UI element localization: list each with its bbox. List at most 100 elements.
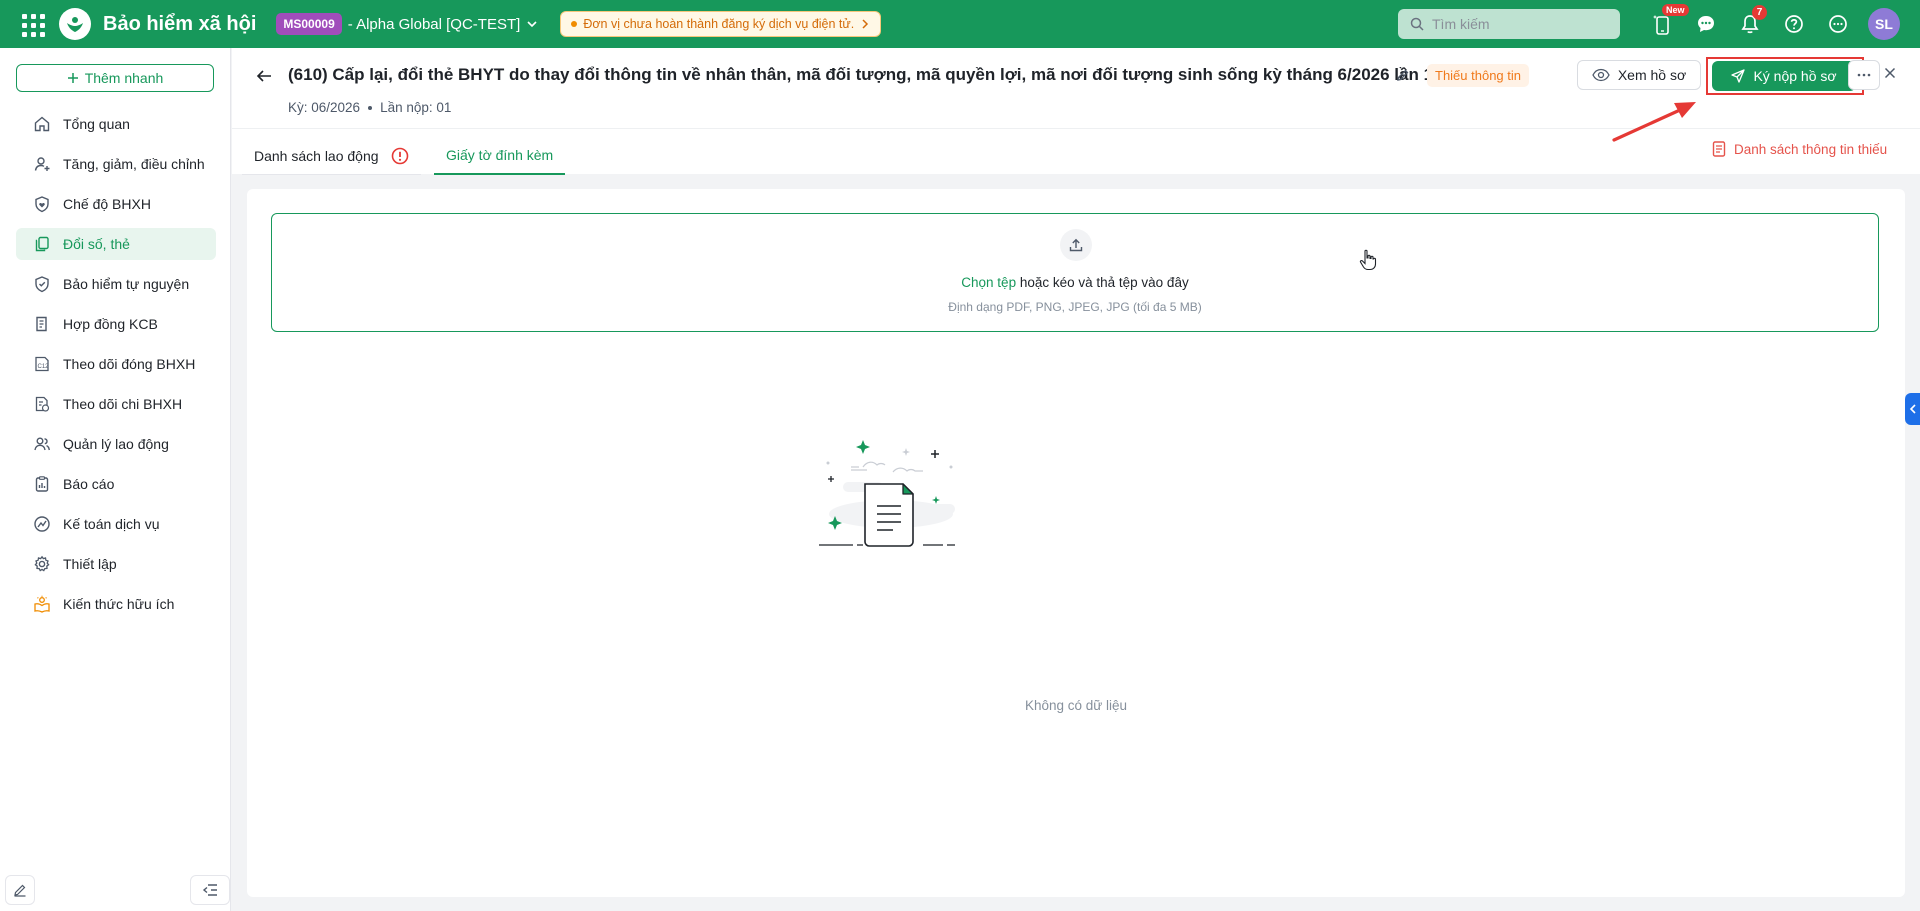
- sidebar-item-service-accounting[interactable]: Kế toán dịch vụ: [16, 508, 216, 540]
- missing-info-list-link[interactable]: Danh sách thông tin thiếu: [1712, 141, 1887, 157]
- pencil-icon: [1397, 69, 1409, 81]
- annotation-arrow: [1610, 98, 1700, 144]
- sidebar-item-label: Tổng quan: [63, 116, 130, 132]
- shield-icon: [33, 275, 51, 293]
- chat-icon: [1698, 16, 1714, 32]
- sidebar-item-useful-knowledge[interactable]: Kiến thức hữu ích: [16, 588, 216, 620]
- file-format-hint: Định dạng PDF, PNG, JPEG, JPG (tối đa 5 …: [948, 300, 1202, 314]
- hand-pointer-icon: [1359, 249, 1377, 271]
- svg-text:C12: C12: [38, 364, 50, 370]
- search-box[interactable]: [1398, 9, 1620, 39]
- warning-dot-icon: [571, 21, 578, 27]
- sidebar-item-card-exchange[interactable]: Đổi số, thẻ: [16, 228, 216, 260]
- edit-note-button[interactable]: [5, 875, 35, 905]
- sidebar-item-label: Theo dõi đóng BHXH: [63, 356, 196, 372]
- expand-right-panel-button[interactable]: [1905, 393, 1920, 425]
- tab-labor-list[interactable]: Danh sách lao động: [242, 137, 421, 175]
- document-list-icon: [1712, 141, 1726, 157]
- sidebar-item-labor-management[interactable]: Quản lý lao động: [16, 428, 216, 460]
- choose-file-link[interactable]: Chọn tệp: [961, 275, 1016, 290]
- chevron-right-icon: [862, 19, 869, 29]
- copy-card-icon: [33, 235, 51, 253]
- app-logo: [59, 8, 91, 40]
- document-money-icon: [33, 395, 51, 413]
- eye-icon: [1592, 68, 1610, 82]
- avatar[interactable]: SL: [1868, 8, 1900, 40]
- sidebar: Thêm nhanh Tổng quan Tăng, giảm, điều ch…: [0, 48, 231, 911]
- upload-icon: [1060, 229, 1092, 261]
- warning-text: Đơn vị chưa hoàn thành đăng ký dịch vụ đ…: [583, 17, 855, 31]
- close-icon: [1884, 67, 1896, 79]
- registration-warning[interactable]: Đơn vị chưa hoàn thành đăng ký dịch vụ đ…: [560, 11, 882, 37]
- top-bar: Bảo hiểm xã hội MS00009 - Alpha Global […: [0, 0, 1920, 48]
- period-label: Kỳ: 06/2026: [288, 100, 361, 115]
- document-meta: Kỳ: 06/2026 Lần nộp: 01: [288, 100, 451, 115]
- gear-icon: [33, 555, 51, 573]
- sidebar-item-label: Theo dõi chi BHXH: [63, 396, 183, 412]
- clipboard-chart-icon: [33, 475, 51, 493]
- attachments-panel: Chọn tệp hoặc kéo và thả tệp vào đây Địn…: [247, 189, 1905, 897]
- c12-report-icon: C12: [33, 355, 51, 373]
- quick-add-button[interactable]: Thêm nhanh: [16, 64, 214, 92]
- collapse-sidebar-button[interactable]: [190, 875, 230, 905]
- more-horizontal-icon: [1857, 73, 1871, 77]
- mobile-sparkle-icon: [1653, 15, 1669, 35]
- file-dropzone[interactable]: Chọn tệp hoặc kéo và thả tệp vào đây Địn…: [271, 213, 1879, 332]
- more-actions-button[interactable]: [1848, 60, 1880, 90]
- sidebar-item-adjustments[interactable]: Tăng, giảm, điều chỉnh: [16, 148, 216, 180]
- view-file-button[interactable]: Xem hồ sơ: [1577, 60, 1701, 90]
- dropzone-text: Chọn tệp hoặc kéo và thả tệp vào đây: [272, 275, 1878, 290]
- chat-button[interactable]: [1684, 8, 1728, 40]
- app-title: Bảo hiểm xã hội: [103, 12, 257, 35]
- sidebar-item-voluntary-insurance[interactable]: Bảo hiểm tự nguyện: [16, 268, 216, 300]
- chevron-left-icon: [1909, 404, 1916, 414]
- status-badge: Thiếu thông tin: [1427, 64, 1530, 87]
- submission-label: Lần nộp: 01: [380, 100, 452, 115]
- separator-dot: [368, 105, 373, 110]
- view-file-label: Xem hồ sơ: [1617, 67, 1687, 83]
- help-button[interactable]: [1772, 8, 1816, 40]
- sidebar-item-bhxh-payments-tracking[interactable]: C12 Theo dõi đóng BHXH: [16, 348, 216, 380]
- send-icon: [1731, 69, 1746, 83]
- accounting-icon: [33, 515, 51, 533]
- sidebar-item-kcb-contract[interactable]: Hợp đồng KCB: [16, 308, 216, 340]
- missing-info-label: Danh sách thông tin thiếu: [1734, 141, 1888, 157]
- sidebar-item-bhxh-regimes[interactable]: Chế độ BHXH: [16, 188, 216, 220]
- close-button[interactable]: [1884, 67, 1896, 79]
- app-grid-icon[interactable]: [19, 11, 45, 37]
- sidebar-item-label: Quản lý lao động: [63, 436, 169, 452]
- org-code-badge: MS00009: [276, 13, 342, 35]
- sidebar-item-settings[interactable]: Thiết lập: [16, 548, 216, 580]
- sidebar-item-label: Bảo hiểm tự nguyện: [63, 276, 190, 292]
- sidebar-item-label: Kiến thức hữu ích: [63, 596, 175, 612]
- sidebar-item-reports[interactable]: Báo cáo: [16, 468, 216, 500]
- sidebar-item-label: Báo cáo: [63, 476, 115, 492]
- tab-attachments[interactable]: Giấy tờ đính kèm: [434, 137, 566, 175]
- notifications-button[interactable]: 7: [1728, 5, 1772, 40]
- search-input[interactable]: [1432, 16, 1602, 32]
- edit-title-button[interactable]: [1396, 68, 1410, 82]
- sign-submit-label: Ký nộp hồ sơ: [1753, 68, 1837, 84]
- page-title: (610) Cấp lại, đổi thẻ BHYT do thay đổi …: [288, 65, 1434, 84]
- sidebar-item-label: Chế độ BHXH: [63, 196, 151, 212]
- home-icon: [33, 115, 51, 133]
- mobile-app-button[interactable]: New: [1640, 4, 1689, 40]
- org-name[interactable]: - Alpha Global [QC-TEST]: [348, 16, 521, 33]
- back-button[interactable]: [252, 64, 276, 88]
- search-icon: [1410, 17, 1424, 31]
- more-circle-icon: [1829, 15, 1847, 33]
- plus-icon: [67, 73, 78, 83]
- sign-submit-button[interactable]: Ký nộp hồ sơ: [1712, 61, 1856, 91]
- chevron-down-icon[interactable]: [526, 18, 538, 30]
- drag-instruction: hoặc kéo và thả tệp vào đây: [1016, 275, 1189, 290]
- pencil-icon: [14, 884, 26, 897]
- lightbulb-book-icon: [33, 595, 51, 613]
- sidebar-item-overview[interactable]: Tổng quan: [16, 108, 216, 140]
- user-plus-icon: [33, 155, 51, 173]
- more-apps-button[interactable]: [1816, 8, 1860, 40]
- shield-heart-icon: [33, 195, 51, 213]
- sidebar-item-bhxh-spending-tracking[interactable]: Theo dõi chi BHXH: [16, 388, 216, 420]
- contract-icon: [33, 315, 51, 333]
- collapse-menu-icon: [202, 884, 217, 896]
- sidebar-item-label: Hợp đồng KCB: [63, 316, 158, 332]
